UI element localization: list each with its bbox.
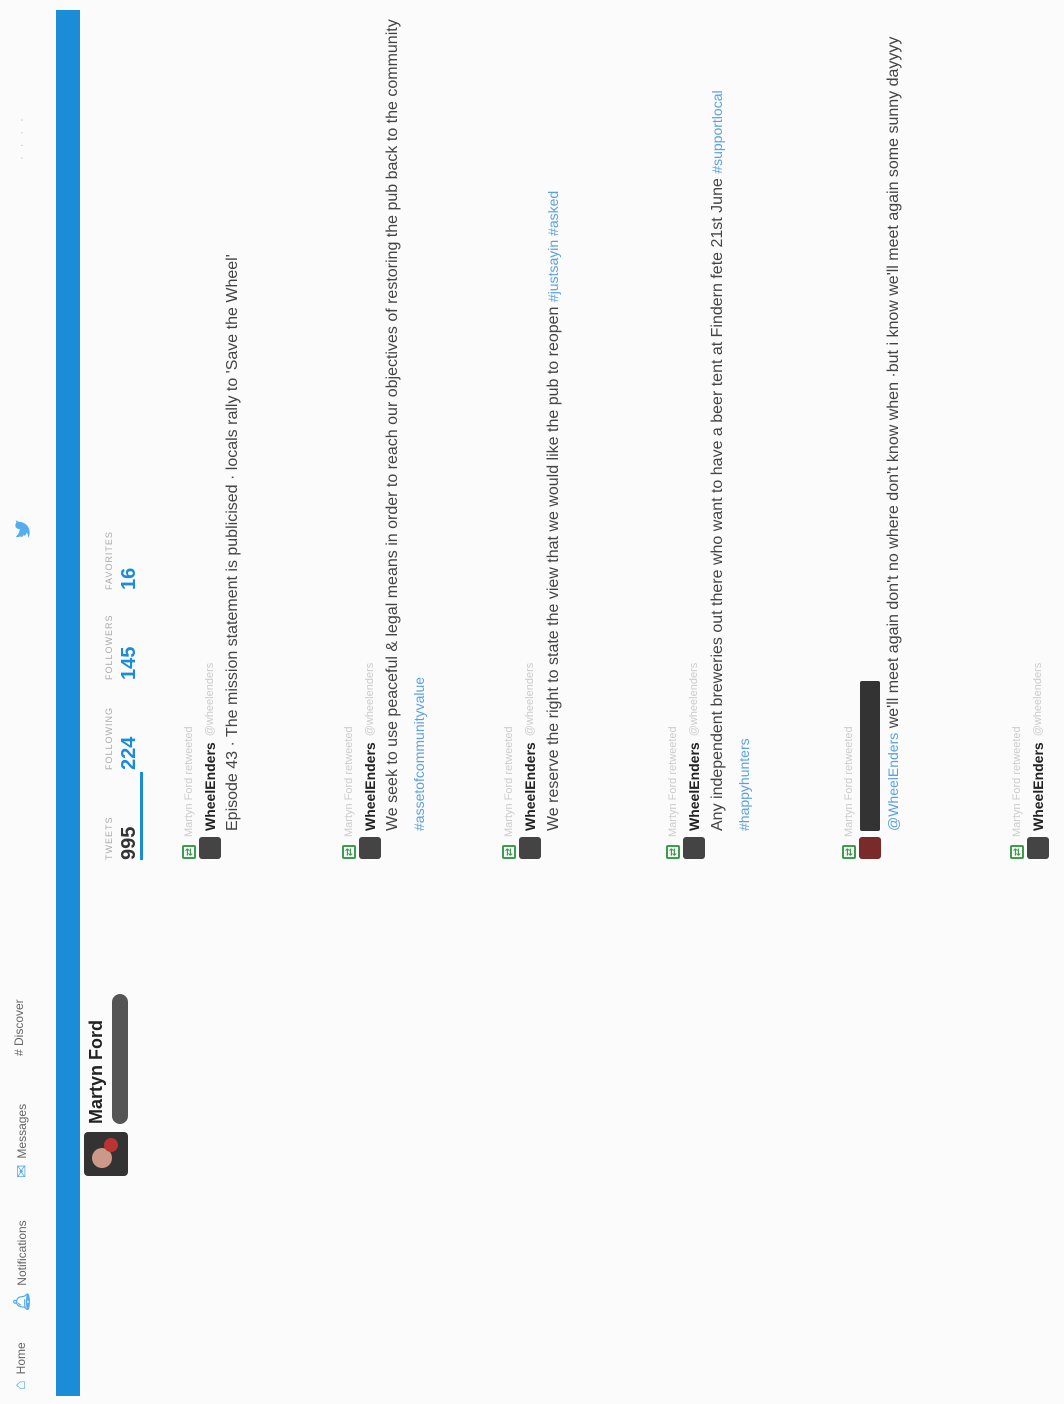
twitter-bird-icon[interactable] bbox=[12, 518, 34, 540]
retweet-row: ⇄ Martyn Ford retweeted bbox=[840, 0, 858, 859]
tweet-author[interactable]: WheelEnders bbox=[202, 742, 218, 831]
avatar-flower bbox=[104, 1138, 118, 1152]
stat-label: FAVORITES bbox=[104, 531, 114, 590]
retweet-icon: ⇄ bbox=[1010, 845, 1024, 859]
nav-discover[interactable]: # Discover bbox=[12, 999, 26, 1056]
profile-banner bbox=[56, 10, 80, 1396]
tweet-handle: @wheelenders bbox=[204, 662, 216, 737]
stat-value: 995 bbox=[118, 826, 140, 860]
tweet-text: Any independent breweries out there who … bbox=[704, 11, 758, 831]
retweet-text: Martyn Ford retweeted bbox=[183, 726, 195, 837]
stat-value: 145 bbox=[118, 646, 140, 680]
profile-name[interactable]: Martyn Ford bbox=[86, 1020, 107, 1124]
tweet-avatar[interactable] bbox=[1027, 837, 1049, 859]
tweet-header bbox=[859, 0, 881, 859]
tweet-text: We reserve the right to state the view t… bbox=[540, 11, 567, 831]
active-tab-underline bbox=[140, 772, 143, 860]
tweet-author[interactable]: WheelEnders bbox=[686, 742, 702, 831]
tweet-text-content: Episode 43 · The mission statement is pu… bbox=[224, 254, 241, 831]
nav-messages-label: Messages bbox=[15, 1103, 29, 1159]
retweet-icon: ⇄ bbox=[342, 845, 356, 859]
tweet-text-content: We seek to use peaceful & legal means in… bbox=[384, 19, 401, 831]
tweet-text-content: we'll meet again don't no where don't kn… bbox=[885, 36, 902, 729]
tweet-text: Episode 43 · The mission statement is pu… bbox=[220, 11, 246, 831]
author-redacted bbox=[860, 681, 880, 831]
retweet-row: ⇄ Martyn Ford retweeted bbox=[1008, 0, 1026, 859]
tweet-handle: @wheelenders bbox=[364, 662, 376, 737]
stat-label: FOLLOWING bbox=[104, 706, 114, 770]
retweet-icon: ⇄ bbox=[666, 845, 680, 859]
tweet-author[interactable]: WheelEnders bbox=[522, 742, 538, 831]
bell-icon: 🔔︎ bbox=[14, 1291, 31, 1312]
stat-tweets[interactable]: TWEETS 995 bbox=[104, 770, 141, 861]
stat-value: 16 bbox=[118, 567, 140, 590]
nav-notifications-label: Notifications bbox=[15, 1220, 29, 1286]
nav-messages[interactable]: ✉ Messages bbox=[12, 1104, 32, 1178]
tweet-item[interactable]: ⇄ Martyn Ford retweeted WheelEnders @whe… bbox=[664, 0, 758, 859]
tweet-header: WheelEnders @wheelenders bbox=[519, 0, 541, 859]
retweet-icon: ⇄ bbox=[842, 845, 856, 859]
profile-avatar[interactable] bbox=[84, 1132, 128, 1176]
retweet-text: Martyn Ford retweeted bbox=[1011, 726, 1023, 837]
tweet-header: WheelEnders @wheelenders bbox=[199, 0, 221, 859]
tweet-item[interactable]: ⇄ Martyn Ford retweeted WheelEnders @whe… bbox=[340, 0, 433, 859]
rotated-page: ⌂ Home 🔔︎ Notifications ✉ Messages # Dis… bbox=[0, 0, 1064, 1404]
nav-right-controls[interactable]: · · · · bbox=[16, 115, 28, 160]
tweet-item[interactable]: ⇄ Martyn Ford retweeted WheelEnders @whe… bbox=[500, 0, 567, 859]
tweet-item[interactable]: ⇄ Martyn Ford retweeted WheelEnders @whe… bbox=[1008, 0, 1049, 859]
profile-handle-redacted bbox=[112, 994, 128, 1124]
retweet-text: Martyn Ford retweeted bbox=[667, 726, 679, 837]
tweet-text-content: We reserve the right to state the view t… bbox=[545, 306, 562, 831]
retweet-row: ⇄ Martyn Ford retweeted bbox=[500, 0, 518, 859]
tweet-text: @WheelEnders we'll meet again don't no w… bbox=[880, 11, 907, 831]
stat-label: TWEETS bbox=[104, 816, 114, 861]
nav-home[interactable]: ⌂ Home bbox=[12, 1342, 30, 1390]
mention-link[interactable]: @WheelEnders bbox=[885, 733, 901, 831]
tweet-avatar[interactable] bbox=[199, 837, 221, 859]
tweet-item[interactable]: ⇄ Martyn Ford retweeted @WheelEnders we'… bbox=[840, 0, 907, 859]
tweet-text-content: Any independent breweries out there who … bbox=[709, 178, 726, 831]
tweet-avatar[interactable] bbox=[519, 837, 541, 859]
tweet-header: WheelEnders @wheelenders bbox=[1027, 0, 1049, 859]
retweet-text: Martyn Ford retweeted bbox=[343, 726, 355, 837]
retweet-text: Martyn Ford retweeted bbox=[503, 726, 515, 837]
retweet-row: ⇄ Martyn Ford retweeted bbox=[180, 0, 198, 859]
retweet-row: ⇄ Martyn Ford retweeted bbox=[340, 0, 358, 859]
hashtag-link[interactable]: #justsayin #asked bbox=[545, 191, 561, 302]
retweet-icon: ⇄ bbox=[502, 845, 516, 859]
stat-favorites[interactable]: FAVORITES 16 bbox=[104, 500, 141, 590]
profile-stats: TWEETS 995 FOLLOWING 224 FOLLOWERS 145 F… bbox=[104, 500, 141, 860]
home-icon: ⌂ bbox=[12, 1380, 29, 1390]
hashtag-link[interactable]: #assetofcommunityvalue bbox=[411, 677, 427, 831]
stat-following[interactable]: FOLLOWING 224 bbox=[104, 680, 141, 770]
nav-home-label: Home bbox=[14, 1342, 28, 1375]
tweet-handle: @wheelenders bbox=[688, 662, 700, 737]
tweet-author[interactable]: WheelEnders bbox=[1030, 742, 1046, 831]
retweet-text: Martyn Ford retweeted bbox=[843, 726, 855, 837]
stat-followers[interactable]: FOLLOWERS 145 bbox=[104, 590, 141, 680]
envelope-icon: ✉ bbox=[14, 1164, 31, 1178]
tweet-avatar[interactable] bbox=[859, 837, 881, 859]
tweet-avatar[interactable] bbox=[359, 837, 381, 859]
nav-notifications[interactable]: 🔔︎ Notifications bbox=[12, 1220, 32, 1312]
tweet-header: WheelEnders @wheelenders bbox=[359, 0, 381, 859]
tweet-handle: @wheelenders bbox=[524, 662, 536, 737]
nav-discover-label: # Discover bbox=[12, 999, 26, 1056]
tweet-header: WheelEnders @wheelenders bbox=[683, 0, 705, 859]
retweet-icon: ⇄ bbox=[182, 845, 196, 859]
stat-value: 224 bbox=[118, 736, 140, 770]
tweet-handle: @wheelenders bbox=[1032, 662, 1044, 737]
tweet-avatar[interactable] bbox=[683, 837, 705, 859]
retweet-row: ⇄ Martyn Ford retweeted bbox=[664, 0, 682, 859]
tweet-text: We seek to use peaceful & legal means in… bbox=[380, 11, 433, 831]
tweet-author[interactable]: WheelEnders bbox=[362, 742, 378, 831]
top-nav: ⌂ Home 🔔︎ Notifications ✉ Messages # Dis… bbox=[0, 0, 54, 1404]
stat-label: FOLLOWERS bbox=[104, 614, 114, 680]
tweet-item[interactable]: ⇄ Martyn Ford retweeted WheelEnders @whe… bbox=[180, 0, 246, 859]
